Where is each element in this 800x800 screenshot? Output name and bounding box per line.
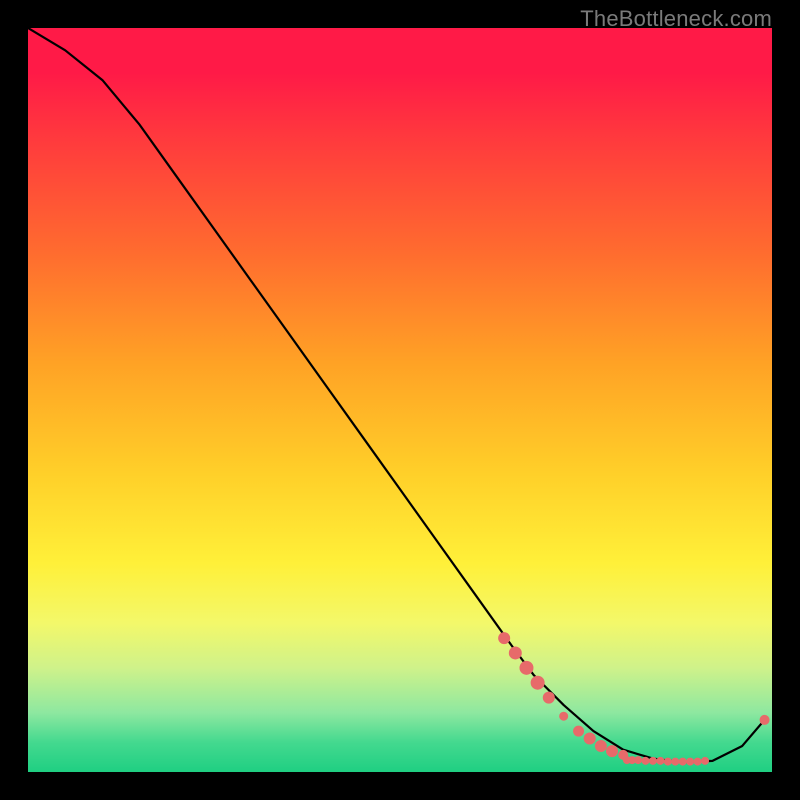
marker-point <box>573 726 584 737</box>
marker-point <box>519 661 533 675</box>
marker-point <box>760 715 770 725</box>
marker-point <box>649 757 657 765</box>
marker-point <box>642 757 650 765</box>
marker-point <box>543 692 555 704</box>
marker-point <box>694 758 702 766</box>
bottleneck-curve-path <box>28 28 765 762</box>
marker-point <box>686 758 694 766</box>
marker-point <box>634 756 642 764</box>
marker-point <box>679 758 687 766</box>
highlighted-points-group <box>498 632 769 766</box>
marker-point <box>664 758 672 766</box>
chart-stage: TheBottleneck.com <box>0 0 800 800</box>
curve-layer <box>28 28 772 772</box>
plot-area <box>28 28 772 772</box>
marker-point <box>656 757 664 765</box>
marker-point <box>671 758 679 766</box>
marker-point <box>509 646 522 659</box>
marker-point <box>595 740 607 752</box>
marker-point <box>606 745 618 757</box>
marker-point <box>559 712 568 721</box>
marker-point <box>584 733 596 745</box>
marker-point <box>701 757 709 765</box>
marker-point <box>531 676 545 690</box>
marker-point <box>498 632 510 644</box>
